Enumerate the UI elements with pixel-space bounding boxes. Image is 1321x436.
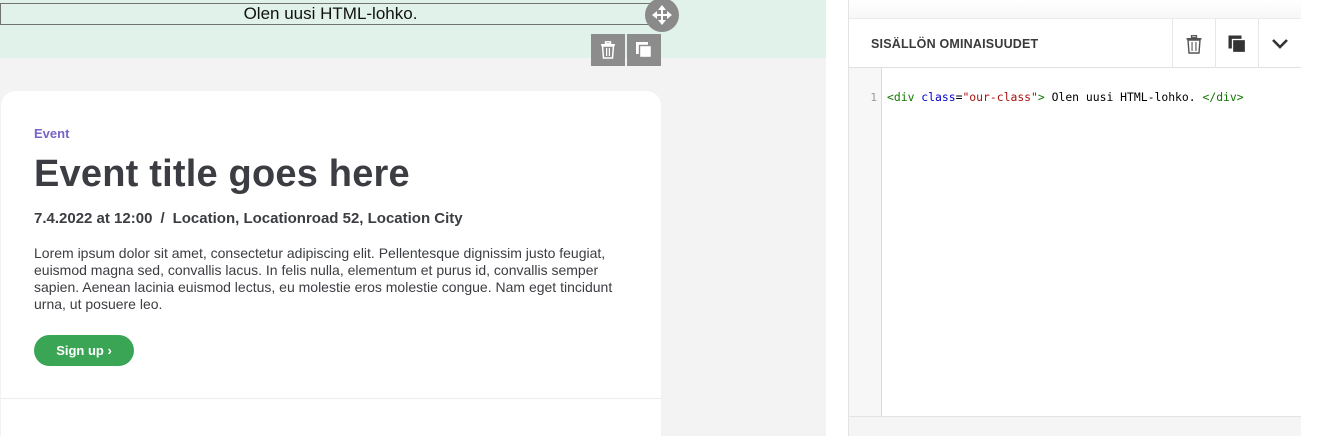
panel-duplicate-button[interactable] bbox=[1215, 19, 1258, 69]
html-code-editor[interactable]: 1 <div class="our-class"> Olen uusi HTML… bbox=[849, 68, 1301, 416]
canvas-gap bbox=[826, 0, 848, 436]
code-close-bracket: > bbox=[1037, 90, 1045, 104]
event-card[interactable]: Event Event title goes here 7.4.2022 at … bbox=[1, 91, 661, 436]
content-properties-panel: SISÄLLÖN OMINAISUUDET 1 <div class="our-… bbox=[848, 18, 1301, 436]
html-block[interactable]: Olen uusi HTML-lohko. bbox=[0, 3, 661, 25]
code-attr-value: "our-class" bbox=[962, 90, 1038, 104]
card-divider bbox=[1, 398, 661, 399]
html-block-row[interactable]: Olen uusi HTML-lohko. bbox=[0, 0, 826, 58]
panel-top-shadow bbox=[848, 0, 1301, 18]
duplicate-block-button[interactable] bbox=[627, 34, 661, 66]
code-open-tag: <div bbox=[887, 90, 915, 104]
sign-up-button[interactable]: Sign up › bbox=[34, 335, 134, 366]
panel-collapse-button[interactable] bbox=[1258, 19, 1301, 69]
code-end-tag: </div> bbox=[1202, 90, 1244, 104]
duplicate-icon bbox=[636, 42, 653, 59]
meta-separator: / bbox=[160, 210, 165, 227]
chevron-down-icon bbox=[1272, 39, 1288, 49]
event-tag: Event bbox=[34, 126, 70, 141]
panel-delete-button[interactable] bbox=[1172, 19, 1215, 69]
event-meta: 7.4.2022 at 12:00 / Location, Locationroad… bbox=[34, 210, 463, 227]
block-toolbar bbox=[591, 34, 661, 66]
panel-footer bbox=[849, 416, 1301, 436]
duplicate-icon bbox=[1228, 35, 1246, 53]
event-location: Location, Locationroad 52, Location City bbox=[172, 210, 463, 227]
line-number: 1 bbox=[870, 91, 877, 104]
event-title: Event title goes here bbox=[34, 153, 410, 195]
code-line[interactable]: <div class="our-class"> Olen uusi HTML-l… bbox=[887, 90, 1244, 104]
trash-icon bbox=[601, 41, 615, 59]
trash-icon bbox=[1186, 34, 1202, 54]
panel-header: SISÄLLÖN OMINAISUUDET bbox=[849, 18, 1301, 69]
event-description: Lorem ipsum dolor sit amet, consectetur … bbox=[34, 245, 613, 312]
delete-block-button[interactable] bbox=[591, 34, 625, 66]
line-number-gutter: 1 bbox=[849, 68, 882, 416]
editor-canvas: Olen uusi HTML-lohko. Event Event title … bbox=[0, 0, 826, 436]
code-content: Olen uusi HTML-lohko. bbox=[1044, 90, 1203, 104]
event-date: 7.4.2022 at 12:00 bbox=[34, 210, 153, 227]
code-attr-name: class bbox=[921, 90, 956, 104]
html-block-text[interactable]: Olen uusi HTML-lohko. bbox=[244, 4, 418, 23]
panel-title: SISÄLLÖN OMINAISUUDET bbox=[871, 37, 1039, 51]
